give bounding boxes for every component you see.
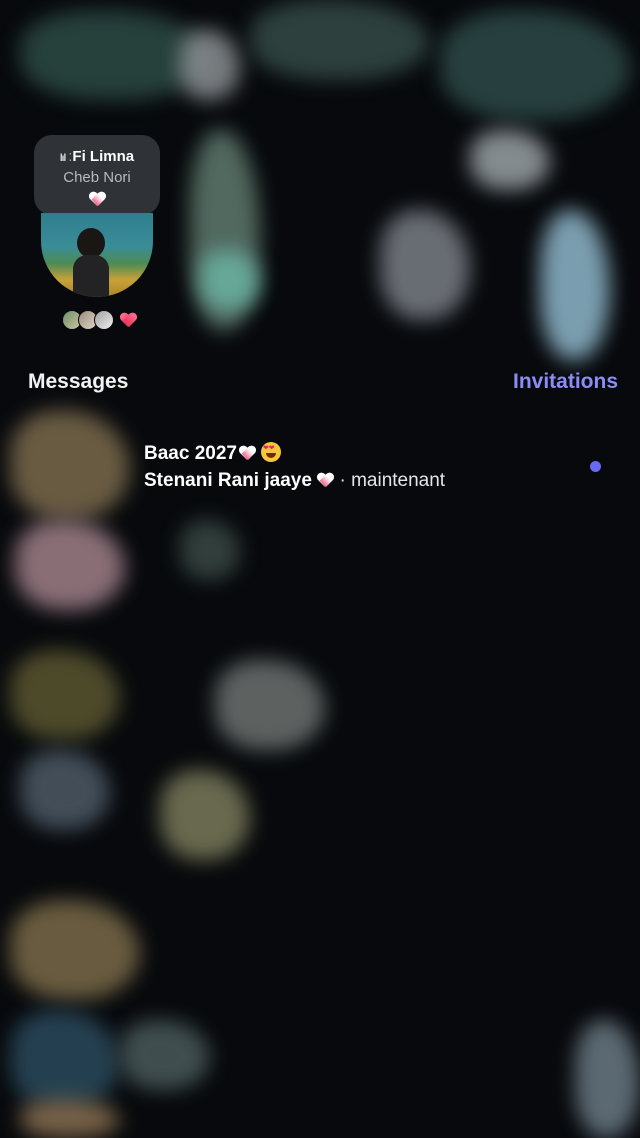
thread-preview: Stenani Rani jaaye · maintenant xyxy=(144,470,446,491)
music-bars-icon: lıl xyxy=(59,153,66,164)
unread-dot xyxy=(590,461,601,472)
note-artist: Cheb Nori xyxy=(63,169,131,186)
heart-icon xyxy=(239,446,256,461)
reaction-avatar xyxy=(94,310,114,330)
thread-time: maintenant xyxy=(351,470,446,491)
messages-heading: Messages xyxy=(28,370,129,393)
thread-name: Baac 2027 xyxy=(144,442,281,465)
heart-eyes-emoji xyxy=(260,442,281,462)
thread-row[interactable]: Baac 2027 Stenani Rani jaaye · maintenan… xyxy=(0,430,640,510)
avatar[interactable] xyxy=(41,213,153,297)
note-song-title: lıl:Fi Limna xyxy=(59,148,135,165)
note-bubble[interactable]: lıl:Fi Limna Cheb Nori xyxy=(34,135,160,222)
heart-icon xyxy=(317,473,334,488)
invitations-link[interactable]: Invitations xyxy=(513,370,618,394)
note-reactions[interactable] xyxy=(62,309,137,331)
heart-icon xyxy=(120,313,137,328)
heart-icon xyxy=(89,192,106,207)
